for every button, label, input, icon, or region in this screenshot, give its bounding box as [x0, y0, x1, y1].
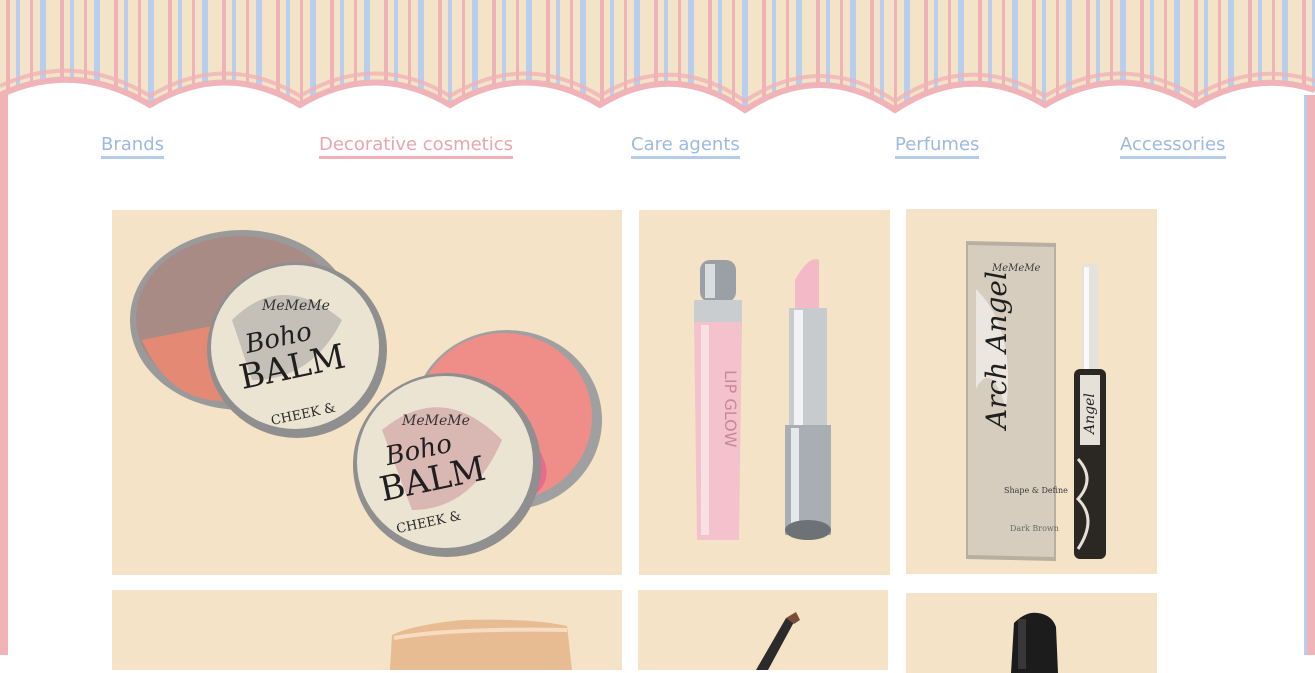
arch-angel-image: MeMeMe Arch Angel Shape & Define Dark Br…	[966, 241, 1106, 561]
balm-brand-text: MeMeMe	[261, 298, 330, 314]
product-tile-row2-1[interactable]	[112, 590, 622, 670]
striped-awning-banner	[0, 0, 1315, 120]
product-tile-boho-balm[interactable]: MeMeMe Boho BALM CHEEK & MeMeMe Boho BAL…	[112, 210, 622, 575]
left-frame-border	[0, 95, 8, 655]
bronzer-compact-image	[390, 619, 572, 670]
product-tile-row2-3[interactable]	[906, 593, 1157, 673]
svg-text:Dark Brown: Dark Brown	[1010, 524, 1059, 533]
svg-text:Angel: Angel	[1082, 393, 1098, 436]
svg-text:Arch Angel: Arch Angel	[980, 271, 1013, 432]
product-tile-lip-glow[interactable]: LIP GLOW	[639, 210, 890, 575]
nav-link-decorative-cosmetics[interactable]: Decorative cosmetics	[319, 134, 514, 159]
nail-polish-image	[1011, 612, 1058, 673]
product-tile-row2-2[interactable]	[638, 590, 888, 670]
nav-link-perfumes[interactable]: Perfumes	[895, 134, 980, 159]
brush-image	[756, 612, 800, 670]
awning-scallop-edge	[0, 68, 1315, 120]
right-frame-border	[1307, 95, 1315, 655]
svg-text:MeMeMe: MeMeMe	[401, 413, 470, 429]
product-tile-arch-angel[interactable]: MeMeMe Arch Angel Shape & Define Dark Br…	[906, 209, 1157, 574]
nav-link-brands[interactable]: Brands	[101, 134, 164, 159]
boho-balm-image: MeMeMe Boho BALM CHEEK & MeMeMe Boho BAL…	[130, 230, 602, 557]
nav-link-accessories[interactable]: Accessories	[1120, 134, 1226, 159]
lip-glow-image: LIP GLOW	[694, 259, 831, 540]
svg-text:Shape & Define: Shape & Define	[1004, 486, 1068, 495]
right-frame-stripe	[1304, 95, 1307, 655]
svg-text:LIP GLOW: LIP GLOW	[721, 370, 740, 448]
main-navigation: Brands Decorative cosmetics Care agents …	[0, 134, 1315, 164]
nav-link-care-agents[interactable]: Care agents	[631, 134, 740, 159]
